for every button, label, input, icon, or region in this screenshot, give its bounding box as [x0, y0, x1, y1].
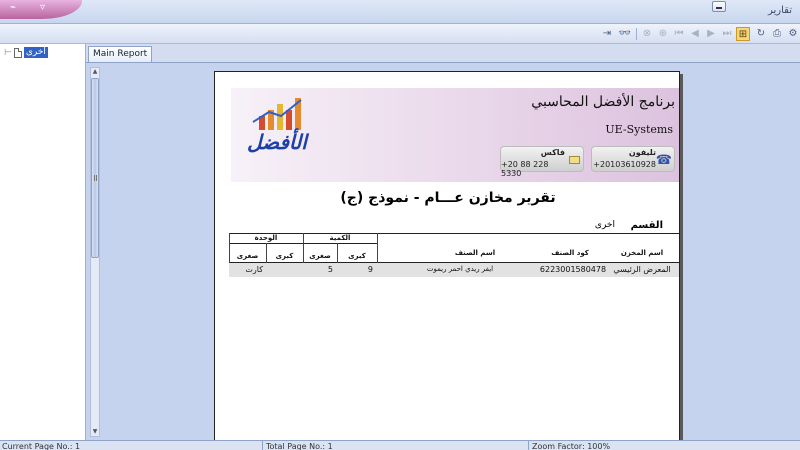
vertical-scrollbar[interactable]: ▲ ▼ [90, 67, 100, 437]
fax-label: فاكس [540, 148, 565, 157]
header-qty: الكمية [329, 234, 351, 242]
group-tree-icon[interactable]: ⊞ [736, 27, 750, 41]
header-unit-small: صغرى [236, 252, 259, 260]
cell-item: ايفر ريدي احمر ريموت [426, 265, 494, 273]
refresh-icon[interactable]: ↻ [754, 27, 768, 41]
status-bar: Current Page No.: 1 Total Page No.: 1 Zo… [0, 440, 800, 450]
report-title: تقرير مخازن عـــام - نموذج (ج) [340, 190, 556, 206]
first-page-icon[interactable]: ⏮ [672, 27, 686, 41]
company-name-en: UE-Systems [605, 123, 673, 136]
report-banner: برنامج الأفضل المحاسبي UE-Systems الأفضل… [231, 88, 679, 182]
group-tree-panel: ⊢ اخرى [0, 44, 86, 440]
envelope-icon [569, 156, 580, 164]
tree-node[interactable]: ⊢ اخرى [4, 47, 48, 58]
header-code: كود الصنف [551, 249, 589, 257]
document-icon [13, 47, 22, 58]
header-qty-big: كبرى [348, 252, 366, 260]
stop-icon[interactable]: ⊗ [640, 27, 654, 41]
report-viewer: ▲ ▼ برنامج الأفضل المحاسبي UE-Systems ال… [86, 62, 800, 441]
header-qty-small: صغرى [309, 252, 331, 260]
scroll-up-icon[interactable]: ▲ [91, 68, 99, 76]
header-unit: الوحدة [254, 234, 278, 242]
report-toolbar: ⇥ 👓 ⊗ ⊕ ⏮ ◀ ▶ ⏭ ⊞ ↻ ⎙ ⚙ [0, 24, 800, 44]
next-page-icon[interactable]: ▶ [704, 27, 718, 41]
header-store: اسم المخزن [620, 249, 664, 257]
cell-store: المعرض الرئيسي [613, 265, 671, 274]
cell-unit-small: كارت [245, 265, 263, 274]
header-item: اسم الصنف [454, 249, 496, 257]
fax-box: فاكس +20 88 228 5330 [500, 146, 584, 178]
window-orb[interactable]: ⌁ ▿ [0, 0, 82, 19]
export-icon[interactable]: ⇥ [600, 27, 614, 41]
phone-label: تليفون [628, 148, 656, 157]
phone-icon: ☎ [655, 153, 672, 168]
print-icon[interactable]: ⎙ [770, 27, 784, 41]
scroll-down-icon[interactable]: ▼ [91, 428, 99, 436]
cell-qty-small: 5 [327, 265, 333, 274]
logo-text: الأفضل [247, 130, 308, 154]
tree-item-label[interactable]: اخرى [23, 47, 48, 58]
scroll-thumb[interactable] [91, 78, 99, 258]
company-logo: الأفضل [241, 94, 321, 154]
department-value: اخرى [594, 220, 615, 230]
status-zoom: Zoom Factor: 100% [532, 442, 611, 450]
minimize-button[interactable] [712, 1, 726, 12]
company-name-ar: برنامج الأفضل المحاسبي [531, 94, 675, 110]
print-setup-icon[interactable]: ⚙ [786, 27, 800, 41]
cell-code: 6223001580478 [539, 265, 607, 274]
tab-strip: Main Report [86, 44, 800, 62]
pin-icon[interactable]: ⌁ [10, 3, 20, 13]
restore-icon[interactable]: ▿ [40, 3, 50, 13]
phone-box: ☎ تليفون +20103610928 [591, 146, 675, 172]
binoculars-icon[interactable]: 👓 [618, 27, 632, 41]
prev-page-icon[interactable]: ◀ [688, 27, 702, 41]
window-title: تقارير [767, 5, 792, 16]
report-page: برنامج الأفضل المحاسبي UE-Systems الأفضل… [214, 71, 680, 441]
status-total-page: Total Page No.: 1 [266, 442, 333, 450]
cell-qty-big: 9 [367, 265, 373, 274]
department-label: القسم [630, 220, 663, 231]
title-bar: ⌁ ▿ تقارير [0, 0, 800, 24]
last-page-icon[interactable]: ⏭ [720, 27, 734, 41]
phone-value: +20103610928 [593, 160, 656, 169]
fax-value: +20 88 228 5330 [501, 160, 549, 178]
status-current-page: Current Page No.: 1 [2, 442, 81, 450]
tab-main-report[interactable]: Main Report [88, 46, 153, 62]
header-unit-big: كبرى [275, 252, 294, 260]
zoom-icon[interactable]: ⊕ [656, 27, 670, 41]
